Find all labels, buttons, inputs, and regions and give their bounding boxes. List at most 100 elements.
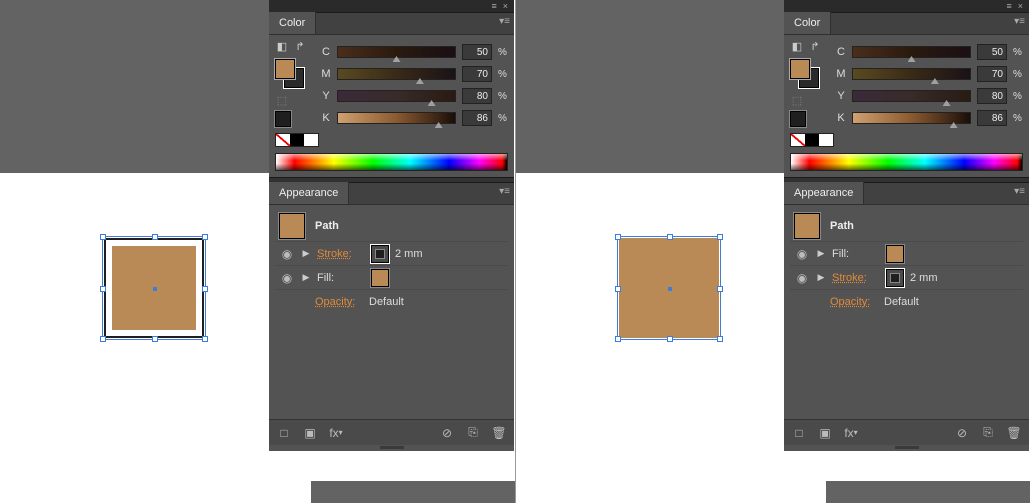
duplicate-icon[interactable]: ⎘ xyxy=(979,424,997,442)
out-of-gamut-swatch[interactable] xyxy=(275,111,291,127)
color-tab[interactable]: Color xyxy=(784,12,831,34)
new-art-icon[interactable]: ▣ xyxy=(816,424,834,442)
c-label: C xyxy=(321,46,331,58)
stroke-row[interactable]: ◉ ▶ Stroke: 2 mm xyxy=(275,241,508,265)
appearance-panel: Appearance ▾≡ Path ◉ ▶ Fill: ◉ ▶ Stroke: xyxy=(784,183,1029,451)
k-slider[interactable] xyxy=(852,112,971,124)
fill-label: Fill: xyxy=(832,248,880,260)
k-slider[interactable] xyxy=(337,112,456,124)
k-value[interactable]: 86 xyxy=(977,110,1007,126)
panel-menu-icon[interactable]: ▾≡ xyxy=(1014,16,1025,27)
appearance-footer: □ ▣ fx▾ ⊘ ⎘ 🗑 xyxy=(784,419,1029,445)
m-slider[interactable] xyxy=(337,68,456,80)
selected-rect-stroke[interactable] xyxy=(104,238,204,338)
new-art-icon[interactable]: ▣ xyxy=(301,424,319,442)
delete-icon[interactable]: 🗑 xyxy=(1005,424,1023,442)
y-slider[interactable] xyxy=(852,90,971,102)
color-spectrum[interactable] xyxy=(790,153,1023,171)
stroke-swatch[interactable] xyxy=(371,245,389,263)
m-slider[interactable] xyxy=(852,68,971,80)
fill-row[interactable]: ◉ ▶ Fill: xyxy=(275,265,508,289)
appearance-thumb xyxy=(279,213,305,239)
expand-icon[interactable]: ▶ xyxy=(816,272,826,283)
c-value[interactable]: 50 xyxy=(977,44,1007,60)
opacity-row[interactable]: Opacity: Default xyxy=(790,289,1023,313)
new-art-basic-icon[interactable]: □ xyxy=(790,424,808,442)
path-label: Path xyxy=(830,220,854,232)
opacity-label[interactable]: Opacity: xyxy=(830,296,878,308)
selected-rect-fill xyxy=(112,246,196,330)
visibility-icon[interactable]: ◉ xyxy=(279,247,295,261)
opacity-value[interactable]: Default xyxy=(369,296,404,308)
visibility-icon[interactable]: ◉ xyxy=(794,271,810,285)
m-value[interactable]: 70 xyxy=(977,66,1007,82)
visibility-icon[interactable]: ◉ xyxy=(279,271,295,285)
comparison-divider xyxy=(515,0,516,503)
color-panel: Color ▾≡ ◧ ↱ ⬚ xyxy=(269,13,514,177)
fill-stroke-swatches[interactable] xyxy=(790,59,820,89)
stroke-label[interactable]: Stroke: xyxy=(832,272,880,284)
stroke-label[interactable]: Stroke: xyxy=(317,248,365,260)
add-effect-icon[interactable]: fx▾ xyxy=(842,424,860,442)
stroke-swatch[interactable] xyxy=(886,269,904,287)
duplicate-icon[interactable]: ⎘ xyxy=(464,424,482,442)
swap-icon[interactable]: ↱ xyxy=(293,41,307,53)
add-effect-icon[interactable]: fx▾ xyxy=(327,424,345,442)
fill-stroke-swatches[interactable] xyxy=(275,59,305,89)
path-label: Path xyxy=(315,220,339,232)
out-of-gamut-swatch[interactable] xyxy=(790,111,806,127)
visibility-icon[interactable]: ◉ xyxy=(794,247,810,261)
panel-menu-icon[interactable]: ▾≡ xyxy=(499,186,510,197)
k-value[interactable]: 86 xyxy=(462,110,492,126)
delete-icon[interactable]: 🗑 xyxy=(490,424,508,442)
appearance-panel: Appearance ▾≡ Path ◉ ▶ Stroke: 2 mm ◉ ▶ xyxy=(269,183,514,451)
color-tab-label: Color xyxy=(279,17,305,29)
fill-label: Fill: xyxy=(317,272,365,284)
appearance-tab[interactable]: Appearance xyxy=(269,182,349,204)
none-black-white-swatches[interactable] xyxy=(275,133,319,147)
fill-row[interactable]: ◉ ▶ Fill: xyxy=(790,241,1023,265)
close-icon[interactable]: × xyxy=(1018,1,1023,11)
appearance-thumb xyxy=(794,213,820,239)
opacity-label[interactable]: Opacity: xyxy=(315,296,363,308)
expand-icon[interactable]: ▶ xyxy=(816,248,826,259)
collapse-icon[interactable]: ≡ xyxy=(491,1,496,11)
none-black-white-swatches[interactable] xyxy=(790,133,834,147)
new-art-basic-icon[interactable]: □ xyxy=(275,424,293,442)
y-value[interactable]: 80 xyxy=(462,88,492,104)
stroke-value[interactable]: 2 mm xyxy=(910,272,938,284)
y-value[interactable]: 80 xyxy=(977,88,1007,104)
cube-icon: ⬚ xyxy=(790,95,804,107)
clear-icon[interactable]: ⊘ xyxy=(438,424,456,442)
expand-icon[interactable]: ▶ xyxy=(301,272,311,283)
fill-swatch[interactable] xyxy=(371,269,389,287)
resize-handle[interactable] xyxy=(784,445,1029,451)
opacity-value[interactable]: Default xyxy=(884,296,919,308)
c-value[interactable]: 50 xyxy=(462,44,492,60)
selected-rect-fill[interactable] xyxy=(619,238,719,338)
fill-stroke-icon[interactable]: ◧ xyxy=(275,41,289,53)
swap-icon[interactable]: ↱ xyxy=(808,41,822,53)
fill-swatch[interactable] xyxy=(886,245,904,263)
panel-menu-icon[interactable]: ▾≡ xyxy=(499,16,510,27)
resize-handle[interactable] xyxy=(269,445,514,451)
color-tab[interactable]: Color xyxy=(269,12,316,34)
m-value[interactable]: 70 xyxy=(462,66,492,82)
clear-icon[interactable]: ⊘ xyxy=(953,424,971,442)
opacity-row[interactable]: Opacity: Default xyxy=(275,289,508,313)
color-spectrum[interactable] xyxy=(275,153,508,171)
expand-icon[interactable]: ▶ xyxy=(301,248,311,259)
fill-stroke-icon[interactable]: ◧ xyxy=(790,41,804,53)
stroke-value[interactable]: 2 mm xyxy=(395,248,423,260)
appearance-tab[interactable]: Appearance xyxy=(784,182,864,204)
cube-icon: ⬚ xyxy=(275,95,289,107)
y-slider[interactable] xyxy=(337,90,456,102)
appearance-footer: □ ▣ fx▾ ⊘ ⎘ 🗑 xyxy=(269,419,514,445)
collapse-icon[interactable]: ≡ xyxy=(1006,1,1011,11)
stroke-row[interactable]: ◉ ▶ Stroke: 2 mm xyxy=(790,265,1023,289)
c-slider[interactable] xyxy=(852,46,971,58)
panel-menu-icon[interactable]: ▾≡ xyxy=(1014,186,1025,197)
c-slider[interactable] xyxy=(337,46,456,58)
k-label: K xyxy=(321,112,331,124)
close-icon[interactable]: × xyxy=(503,1,508,11)
